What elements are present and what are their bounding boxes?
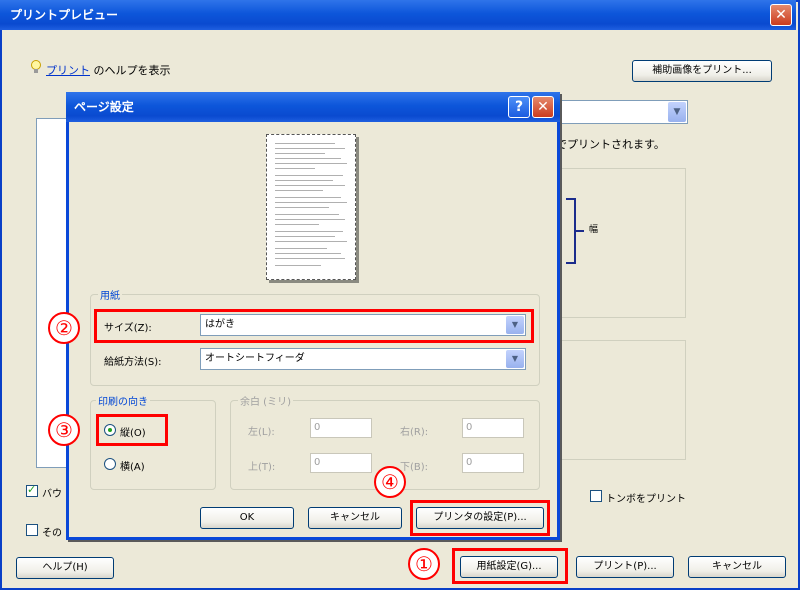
top-label: 上(T):: [248, 462, 276, 473]
print-help-image-button[interactable]: 補助画像をプリント...: [632, 60, 772, 82]
print-preview-title: プリントプレビュー: [0, 0, 796, 30]
help-button[interactable]: ヘルプ(H): [16, 557, 114, 579]
bracket-shape: [566, 198, 576, 264]
trim-marks-label: トンボをプリント: [606, 494, 686, 505]
help-row: プリント のヘルプを表示: [46, 62, 171, 78]
print-button[interactable]: プリント(P)...: [576, 556, 674, 578]
outer-select[interactable]: ▼: [556, 100, 688, 124]
checkbox-a[interactable]: [26, 483, 38, 497]
help-text: のヘルプを表示: [93, 64, 171, 77]
paper-group-label: 用紙: [98, 287, 122, 302]
checkbox-b-label: その: [42, 528, 62, 539]
bracket-tick: [576, 230, 584, 232]
checkbox-a-label: バウ: [42, 489, 62, 500]
callout-3: ③: [48, 414, 80, 446]
side-label: 幅: [587, 224, 597, 233]
source-select[interactable]: オートシートフィーダ ▼: [200, 348, 526, 370]
ok-button[interactable]: OK: [200, 507, 294, 529]
callout-4: ④: [374, 466, 406, 498]
page-preview-thumbnail: [266, 134, 356, 280]
lightbulb-icon: [31, 60, 41, 73]
chevron-down-icon: ▼: [506, 350, 524, 368]
help-question-icon[interactable]: ?: [508, 96, 530, 118]
landscape-label: 横(A): [120, 462, 145, 473]
landscape-radio[interactable]: [104, 458, 116, 470]
bottom-label: 下(B):: [400, 462, 429, 473]
highlight-portrait: [96, 414, 168, 446]
chevron-down-icon: ▼: [668, 102, 686, 122]
dialog-close-icon[interactable]: ✕: [532, 96, 554, 118]
dialog-cancel-button[interactable]: キャンセル: [308, 507, 402, 529]
checkbox-b[interactable]: [26, 524, 38, 536]
source-value: オートシートフィーダ: [205, 353, 305, 364]
margin-group-label: 余白 (ミリ): [238, 393, 293, 408]
outer-options-panel: [556, 340, 686, 460]
margin-top-input[interactable]: 0: [310, 453, 372, 473]
margin-left-input[interactable]: 0: [310, 418, 372, 438]
callout-1: ①: [408, 548, 440, 580]
margin-right-input[interactable]: 0: [462, 418, 524, 438]
printed-note: でプリントされます。: [556, 138, 665, 151]
source-label: 給紙方法(S):: [104, 357, 162, 368]
page-setup-title: ページ設定: [66, 92, 560, 122]
left-label: 左(L):: [248, 427, 275, 438]
help-link[interactable]: プリント: [46, 64, 90, 77]
margin-bottom-input[interactable]: 0: [462, 453, 524, 473]
highlight-printer-settings: [410, 500, 550, 536]
highlight-paper-setup: [452, 548, 568, 584]
callout-2: ②: [48, 312, 80, 344]
right-label: 右(R):: [400, 427, 429, 438]
trim-marks-checkbox[interactable]: [590, 490, 602, 502]
highlight-size: [94, 309, 534, 343]
cancel-button[interactable]: キャンセル: [688, 556, 786, 578]
orientation-group-label: 印刷の向き: [96, 393, 150, 408]
close-icon[interactable]: ✕: [770, 4, 792, 26]
